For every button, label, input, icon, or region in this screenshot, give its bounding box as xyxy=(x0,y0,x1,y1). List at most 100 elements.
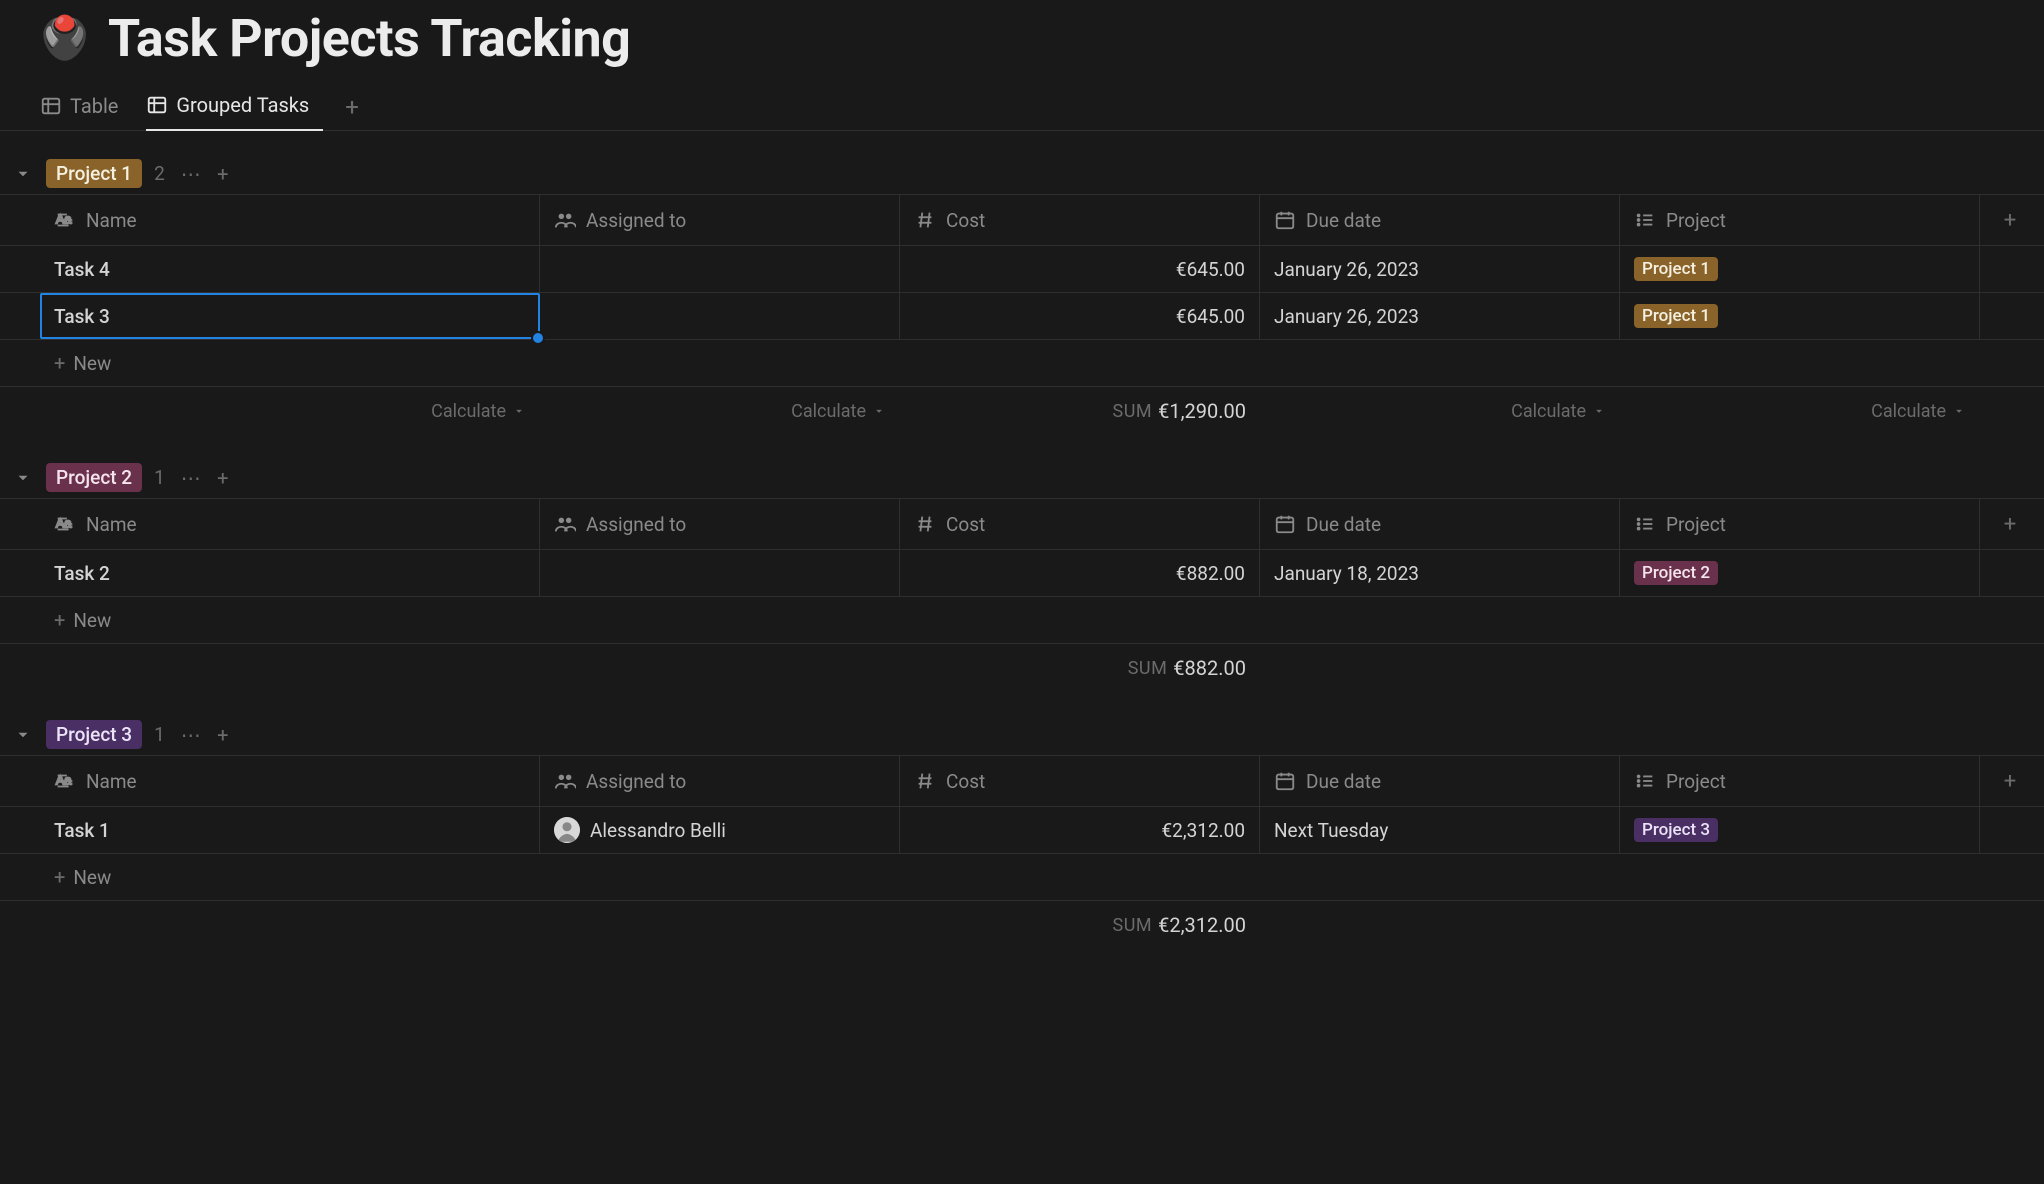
chevron-down-icon xyxy=(14,469,32,487)
group-tag[interactable]: Project 3 xyxy=(46,720,142,749)
cell-due[interactable]: January 18, 2023 xyxy=(1260,550,1620,596)
add-view-button[interactable]: + xyxy=(337,89,367,125)
group-toggle[interactable] xyxy=(12,726,34,744)
calc-assigned[interactable] xyxy=(540,645,900,691)
cell-cost[interactable]: €645.00 xyxy=(900,293,1260,339)
sum-label: SUM xyxy=(1113,915,1153,936)
group-toggle[interactable] xyxy=(12,165,34,183)
cell-assigned[interactable] xyxy=(540,246,900,292)
cell-assigned[interactable] xyxy=(540,293,900,339)
group-more-button[interactable]: ⋯ xyxy=(177,160,205,188)
chevron-down-icon xyxy=(14,165,32,183)
table-row[interactable]: Task 3 €645.00January 26, 2023Project 1 xyxy=(0,293,2044,340)
cell-assigned[interactable] xyxy=(540,550,900,596)
page-title[interactable]: Task Projects Tracking xyxy=(108,8,630,69)
column-label: Due date xyxy=(1306,209,1381,232)
tab-table[interactable]: Table xyxy=(40,84,132,130)
new-row-button[interactable]: +New xyxy=(0,340,2044,387)
add-column-button[interactable]: + xyxy=(1980,499,2040,549)
calc-due[interactable] xyxy=(1260,902,1620,948)
column-label: Name xyxy=(86,513,137,536)
column-header-due[interactable]: Due date xyxy=(1260,756,1620,806)
calc-name[interactable] xyxy=(40,645,540,691)
add-column-button[interactable]: + xyxy=(1980,195,2040,245)
table-row[interactable]: Task 2 €882.00January 18, 2023Project 2 xyxy=(0,550,2044,597)
column-header-row: AaNameAssigned to Cost Due date Project+ xyxy=(0,194,2044,246)
calc-name[interactable]: Calculate xyxy=(40,388,540,434)
group-add-button[interactable]: + xyxy=(209,160,237,188)
project-tag: Project 1 xyxy=(1634,257,1718,281)
tab-label: Grouped Tasks xyxy=(176,93,309,117)
column-header-cost[interactable]: Cost xyxy=(900,499,1260,549)
page-icon[interactable]: 🖲️ xyxy=(40,14,90,64)
calc-due[interactable]: Calculate xyxy=(1260,388,1620,434)
cell-name[interactable]: Task 4 xyxy=(40,246,540,292)
cell-name[interactable]: Task 1 xyxy=(40,807,540,853)
calc-project[interactable] xyxy=(1620,645,1980,691)
column-header-project[interactable]: Project xyxy=(1620,195,1980,245)
tab-grouped-tasks[interactable]: Grouped Tasks xyxy=(146,83,323,131)
calc-assigned[interactable]: Calculate xyxy=(540,388,900,434)
cell-project[interactable]: Project 2 xyxy=(1620,550,1980,596)
column-header-project[interactable]: Project xyxy=(1620,499,1980,549)
text-icon: Aa xyxy=(54,770,76,792)
sum-value: €1,290.00 xyxy=(1158,399,1246,423)
calc-cost[interactable]: SUM€2,312.00 xyxy=(900,901,1260,949)
calendar-icon xyxy=(1274,770,1296,792)
group-add-button[interactable]: + xyxy=(209,721,237,749)
column-header-name[interactable]: AaName xyxy=(40,756,540,806)
cell-name[interactable]: Task 3 xyxy=(40,293,540,339)
cell-name[interactable]: Task 2 xyxy=(40,550,540,596)
view-tabs: Table Grouped Tasks + xyxy=(0,69,2044,131)
text-icon: Aa xyxy=(54,513,76,535)
table-icon xyxy=(40,95,62,117)
group-more-button[interactable]: ⋯ xyxy=(177,464,205,492)
cell-cost[interactable]: €645.00 xyxy=(900,246,1260,292)
calc-assigned[interactable] xyxy=(540,902,900,948)
column-header-due[interactable]: Due date xyxy=(1260,499,1620,549)
cell-project[interactable]: Project 1 xyxy=(1620,293,1980,339)
table-row[interactable]: Task 4 €645.00January 26, 2023 Project 1 xyxy=(0,246,2044,293)
new-row-button[interactable]: +New xyxy=(0,854,2044,901)
cell-cost[interactable]: €2,312.00 xyxy=(900,807,1260,853)
column-label: Cost xyxy=(946,770,985,793)
cell-due[interactable]: Next Tuesday xyxy=(1260,807,1620,853)
svg-text:Aa: Aa xyxy=(56,516,73,531)
column-header-assigned[interactable]: Assigned to xyxy=(540,756,900,806)
cell-assigned[interactable]: Alessandro Belli xyxy=(540,807,900,853)
calc-project[interactable] xyxy=(1620,902,1980,948)
new-row-button[interactable]: +New xyxy=(0,597,2044,644)
calculate-row: CalculateCalculateSUM€1,290.00CalculateC… xyxy=(0,387,2044,435)
group-more-button[interactable]: ⋯ xyxy=(177,721,205,749)
avatar xyxy=(554,817,580,843)
column-header-assigned[interactable]: Assigned to xyxy=(540,195,900,245)
calc-name[interactable] xyxy=(40,902,540,948)
group-tag[interactable]: Project 2 xyxy=(46,463,142,492)
calc-project[interactable]: Calculate xyxy=(1620,388,1980,434)
column-label: Assigned to xyxy=(586,513,686,536)
cell-project[interactable]: Project 1 xyxy=(1620,246,1980,292)
group-tag[interactable]: Project 1 xyxy=(46,159,142,188)
cell-cost[interactable]: €882.00 xyxy=(900,550,1260,596)
calc-cost[interactable]: SUM€882.00 xyxy=(900,644,1260,692)
column-header-due[interactable]: Due date xyxy=(1260,195,1620,245)
cell-due[interactable]: January 26, 2023 xyxy=(1260,293,1620,339)
column-header-cost[interactable]: Cost xyxy=(900,195,1260,245)
table-icon xyxy=(146,94,168,116)
chevron-down-icon xyxy=(1592,404,1606,418)
column-header-assigned[interactable]: Assigned to xyxy=(540,499,900,549)
add-column-button[interactable]: + xyxy=(1980,756,2040,806)
table-row[interactable]: Task 1Alessandro Belli€2,312.00Next Tues… xyxy=(0,807,2044,854)
plus-icon: + xyxy=(54,865,65,889)
cell-due[interactable]: January 26, 2023 xyxy=(1260,246,1620,292)
group-toggle[interactable] xyxy=(12,469,34,487)
group-add-button[interactable]: + xyxy=(209,464,237,492)
calc-cost[interactable]: SUM€1,290.00 xyxy=(900,387,1260,435)
column-header-name[interactable]: Aa Name xyxy=(40,499,540,549)
column-label: Cost xyxy=(946,209,985,232)
column-header-project[interactable]: Project xyxy=(1620,756,1980,806)
column-header-cost[interactable]: Cost xyxy=(900,756,1260,806)
cell-project[interactable]: Project 3 xyxy=(1620,807,1980,853)
calc-due[interactable] xyxy=(1260,645,1620,691)
column-header-name[interactable]: AaName xyxy=(40,195,540,245)
